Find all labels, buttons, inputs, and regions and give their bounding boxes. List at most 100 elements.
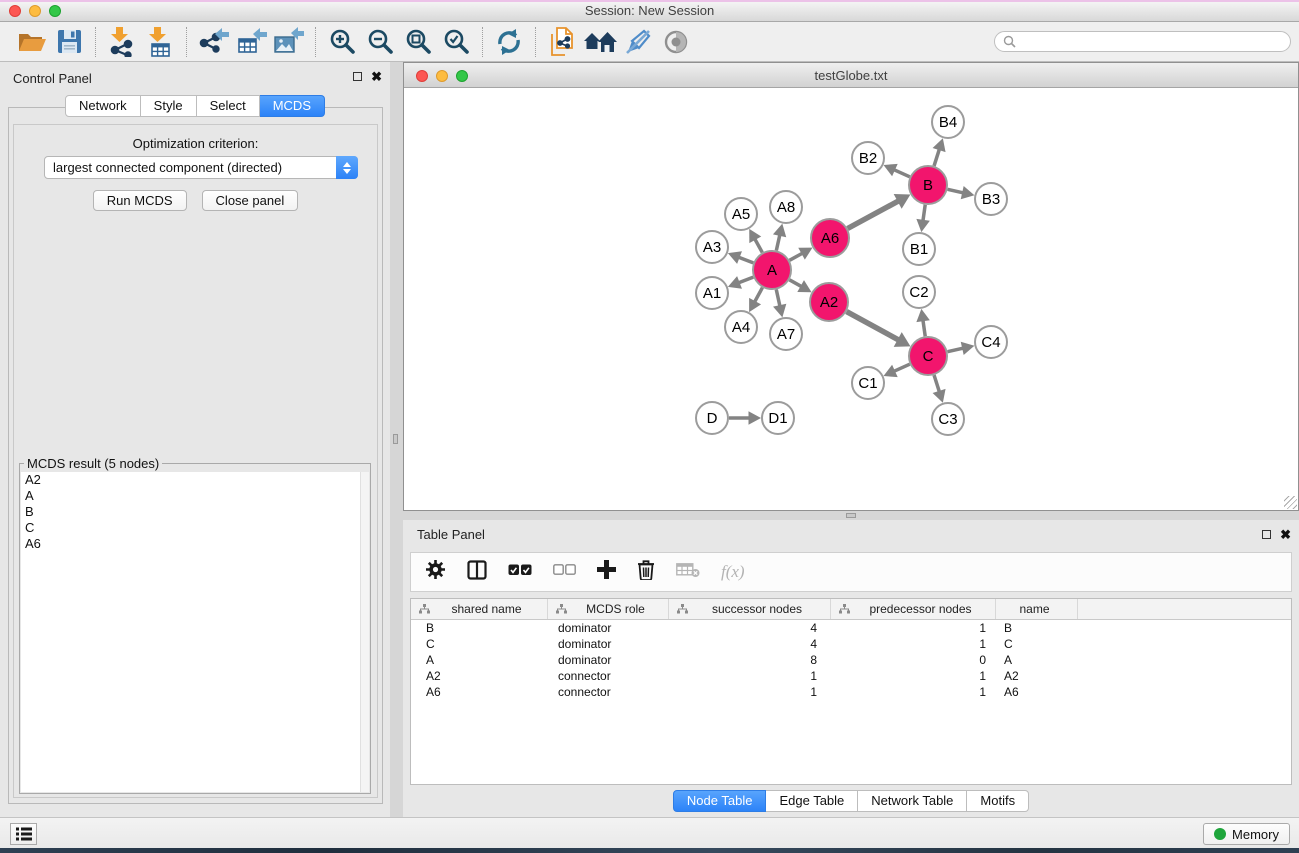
graph-edge-B-B2[interactable] bbox=[893, 169, 910, 177]
home-icon[interactable] bbox=[581, 26, 619, 58]
session-title: Session: New Session bbox=[0, 3, 1299, 18]
mcds-result-item[interactable]: A2 bbox=[21, 472, 369, 488]
mcds-result-item[interactable]: A bbox=[21, 488, 369, 504]
tab-select[interactable]: Select bbox=[197, 95, 260, 117]
tab-mcds[interactable]: MCDS bbox=[260, 95, 325, 117]
graph-edge-A-A2[interactable] bbox=[789, 280, 802, 287]
graph-edge-C-C1[interactable] bbox=[893, 364, 910, 372]
table-row[interactable]: A2connector11A2 bbox=[411, 668, 1291, 684]
column-header-shared-name[interactable]: shared name bbox=[411, 599, 548, 619]
tab-edge-table[interactable]: Edge Table bbox=[766, 790, 858, 812]
search-field[interactable] bbox=[994, 31, 1291, 52]
tab-network-table[interactable]: Network Table bbox=[858, 790, 967, 812]
network-graph[interactable]: B4B2BB3A8A5A6A3B1AC2A1A2A4A7C4CC1DD1C3 bbox=[404, 89, 1298, 511]
graph-edge-C-C2[interactable] bbox=[923, 319, 925, 336]
vertical-split-divider[interactable] bbox=[390, 62, 403, 817]
float-panel-icon[interactable] bbox=[1262, 530, 1271, 539]
graph-edge-arrow bbox=[749, 411, 762, 425]
memory-button[interactable]: Memory bbox=[1203, 823, 1290, 845]
mcds-result-item[interactable]: A6 bbox=[21, 536, 369, 552]
graph-edge-A-A1[interactable] bbox=[738, 277, 754, 283]
eye-icon[interactable] bbox=[657, 26, 695, 58]
graph-edge-arrow bbox=[961, 186, 975, 199]
graph-edge-arrow bbox=[916, 219, 929, 232]
mcds-panel-content: Optimization criterion: largest connecte… bbox=[13, 124, 378, 798]
column-header-name[interactable]: name bbox=[996, 599, 1078, 619]
graph-edge-A-A3[interactable] bbox=[738, 257, 754, 263]
copy-network-icon[interactable] bbox=[543, 26, 581, 58]
horizontal-split-divider[interactable] bbox=[403, 511, 1299, 520]
import-table-icon[interactable] bbox=[141, 26, 179, 58]
close-panel-button[interactable]: Close panel bbox=[202, 190, 299, 211]
show-columns-icon[interactable] bbox=[467, 560, 487, 585]
graph-edge-arrow bbox=[773, 224, 786, 238]
graph-edge-A-A6[interactable] bbox=[790, 253, 804, 261]
graph-node-label: A bbox=[767, 262, 777, 279]
deselect-all-columns-icon[interactable] bbox=[553, 563, 576, 581]
export-table-icon[interactable] bbox=[232, 26, 270, 58]
graph-edge-C-C4[interactable] bbox=[948, 348, 965, 352]
resize-grip-icon[interactable] bbox=[1284, 496, 1297, 509]
graph-node-label: A7 bbox=[777, 326, 795, 343]
tab-node-table[interactable]: Node Table bbox=[673, 790, 767, 812]
graph-edge-C-C3[interactable] bbox=[934, 375, 940, 393]
zoom-out-icon[interactable] bbox=[361, 26, 399, 58]
close-panel-icon[interactable]: ✖ bbox=[1280, 530, 1291, 539]
graph-edge-A-A5[interactable] bbox=[754, 238, 762, 252]
column-header-predecessor-nodes[interactable]: predecessor nodes bbox=[831, 599, 996, 619]
graph-edge-A6-B[interactable] bbox=[848, 200, 900, 228]
mcds-panel: Optimization criterion: largest connecte… bbox=[8, 107, 383, 804]
search-input[interactable] bbox=[1020, 35, 1282, 49]
tab-network[interactable]: Network bbox=[65, 95, 141, 117]
export-network-icon[interactable] bbox=[194, 26, 232, 58]
mcds-result-item[interactable]: C bbox=[21, 520, 369, 536]
scrollbar[interactable] bbox=[360, 472, 369, 792]
pen-slash-icon[interactable] bbox=[619, 26, 657, 58]
mcds-result-list[interactable]: A2ABCA6 bbox=[21, 472, 369, 792]
divider-handle[interactable] bbox=[393, 434, 398, 444]
divider-handle[interactable] bbox=[846, 513, 856, 518]
column-header-MCDS-role[interactable]: MCDS role bbox=[548, 599, 669, 619]
tab-motifs[interactable]: Motifs bbox=[967, 790, 1029, 812]
open-file-icon[interactable] bbox=[12, 26, 50, 58]
mcds-result-item[interactable]: B bbox=[21, 504, 369, 520]
export-image-icon[interactable] bbox=[270, 26, 308, 58]
criterion-dropdown[interactable]: largest connected component (directed) bbox=[44, 156, 358, 179]
graph-edge-A2-C[interactable] bbox=[847, 312, 900, 341]
save-session-icon[interactable] bbox=[50, 26, 88, 58]
table-row[interactable]: A6connector11A6 bbox=[411, 684, 1291, 700]
table-row[interactable]: Bdominator41B bbox=[411, 620, 1291, 636]
zoom-in-icon[interactable] bbox=[323, 26, 361, 58]
graph-edge-B-B3[interactable] bbox=[948, 189, 965, 193]
graph-edge-B-B1[interactable] bbox=[923, 205, 925, 222]
table-panel: Table Panel ✖ bbox=[403, 520, 1299, 817]
table-settings-gear-icon[interactable] bbox=[425, 559, 446, 585]
table-cell: dominator bbox=[548, 653, 669, 667]
apply-layout-icon[interactable] bbox=[490, 26, 528, 58]
zoom-selected-icon[interactable] bbox=[437, 26, 475, 58]
network-window-titlebar[interactable]: testGlobe.txt bbox=[404, 63, 1298, 88]
graph-edge-A-A4[interactable] bbox=[754, 288, 762, 303]
table-row[interactable]: Cdominator41C bbox=[411, 636, 1291, 652]
close-panel-icon[interactable]: ✖ bbox=[371, 72, 382, 81]
workspace: Control Panel ✖ NetworkStyleSelectMCDS O… bbox=[0, 62, 1299, 817]
graph-edge-B-B4[interactable] bbox=[934, 148, 940, 166]
graph-node-label: B1 bbox=[910, 241, 928, 258]
zoom-fit-icon[interactable] bbox=[399, 26, 437, 58]
toolbar-separator bbox=[95, 27, 96, 57]
float-panel-icon[interactable] bbox=[353, 72, 362, 81]
add-row-icon[interactable] bbox=[597, 560, 616, 584]
network-canvas[interactable]: B4B2BB3A8A5A6A3B1AC2A1A2A4A7C4CC1DD1C3 bbox=[404, 89, 1298, 510]
import-network-icon[interactable] bbox=[103, 26, 141, 58]
graph-edge-A-A8[interactable] bbox=[776, 234, 780, 251]
task-history-button[interactable] bbox=[10, 823, 37, 845]
run-mcds-button[interactable]: Run MCDS bbox=[93, 190, 187, 211]
node-table[interactable]: shared nameMCDS rolesuccessor nodesprede… bbox=[410, 598, 1292, 785]
tab-style[interactable]: Style bbox=[141, 95, 197, 117]
graph-node-label: C2 bbox=[909, 284, 928, 301]
column-header-successor-nodes[interactable]: successor nodes bbox=[669, 599, 831, 619]
select-all-columns-icon[interactable] bbox=[508, 563, 532, 582]
graph-edge-A-A7[interactable] bbox=[776, 290, 780, 308]
table-row[interactable]: Adominator80A bbox=[411, 652, 1291, 668]
delete-row-icon[interactable] bbox=[637, 559, 655, 585]
